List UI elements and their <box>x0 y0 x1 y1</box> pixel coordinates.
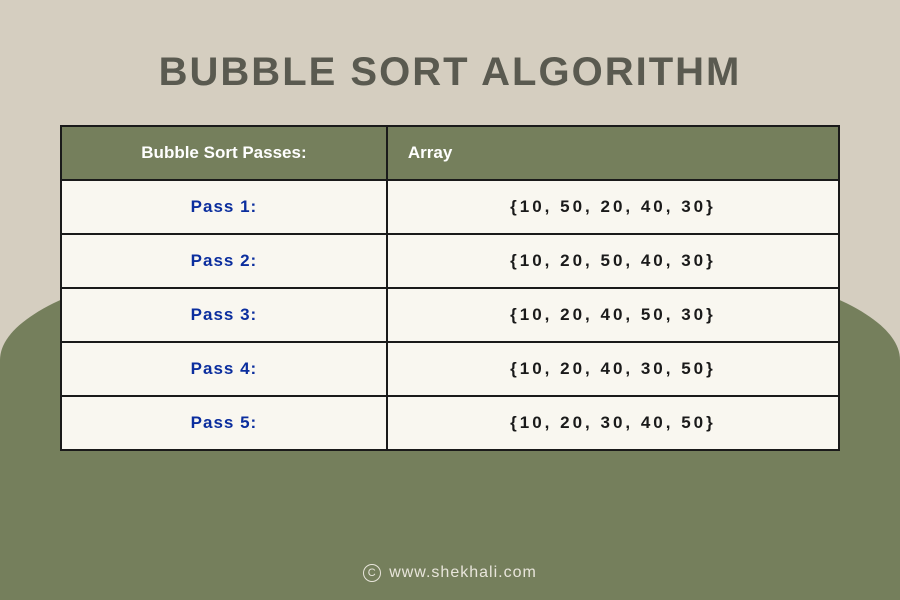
array-value: {10, 50, 20, 40, 30} <box>388 181 838 233</box>
copyright-icon: C <box>363 564 381 582</box>
array-value: {10, 20, 30, 40, 50} <box>388 397 838 449</box>
pass-label: Pass 2: <box>62 235 388 287</box>
array-value: {10, 20, 50, 40, 30} <box>388 235 838 287</box>
array-value: {10, 20, 40, 50, 30} <box>388 289 838 341</box>
page-title: BUBBLE SORT ALGORITHM <box>60 50 840 95</box>
pass-label: Pass 4: <box>62 343 388 395</box>
array-value: {10, 20, 40, 30, 50} <box>388 343 838 395</box>
table-row: Pass 2: {10, 20, 50, 40, 30} <box>62 233 838 287</box>
header-passes-label: Bubble Sort Passes: <box>62 127 388 179</box>
pass-label: Pass 5: <box>62 397 388 449</box>
table-row: Pass 3: {10, 20, 40, 50, 30} <box>62 287 838 341</box>
table-row: Pass 4: {10, 20, 40, 30, 50} <box>62 341 838 395</box>
table-row: Pass 1: {10, 50, 20, 40, 30} <box>62 179 838 233</box>
bubble-sort-table: Bubble Sort Passes: Array Pass 1: {10, 5… <box>60 125 840 451</box>
footer: C www.shekhali.com <box>0 564 900 582</box>
pass-label: Pass 3: <box>62 289 388 341</box>
pass-label: Pass 1: <box>62 181 388 233</box>
header-array-label: Array <box>388 127 838 179</box>
table-row: Pass 5: {10, 20, 30, 40, 50} <box>62 395 838 449</box>
footer-url: www.shekhali.com <box>389 564 537 582</box>
table-header: Bubble Sort Passes: Array <box>62 127 838 179</box>
content-wrapper: BUBBLE SORT ALGORITHM Bubble Sort Passes… <box>0 0 900 451</box>
